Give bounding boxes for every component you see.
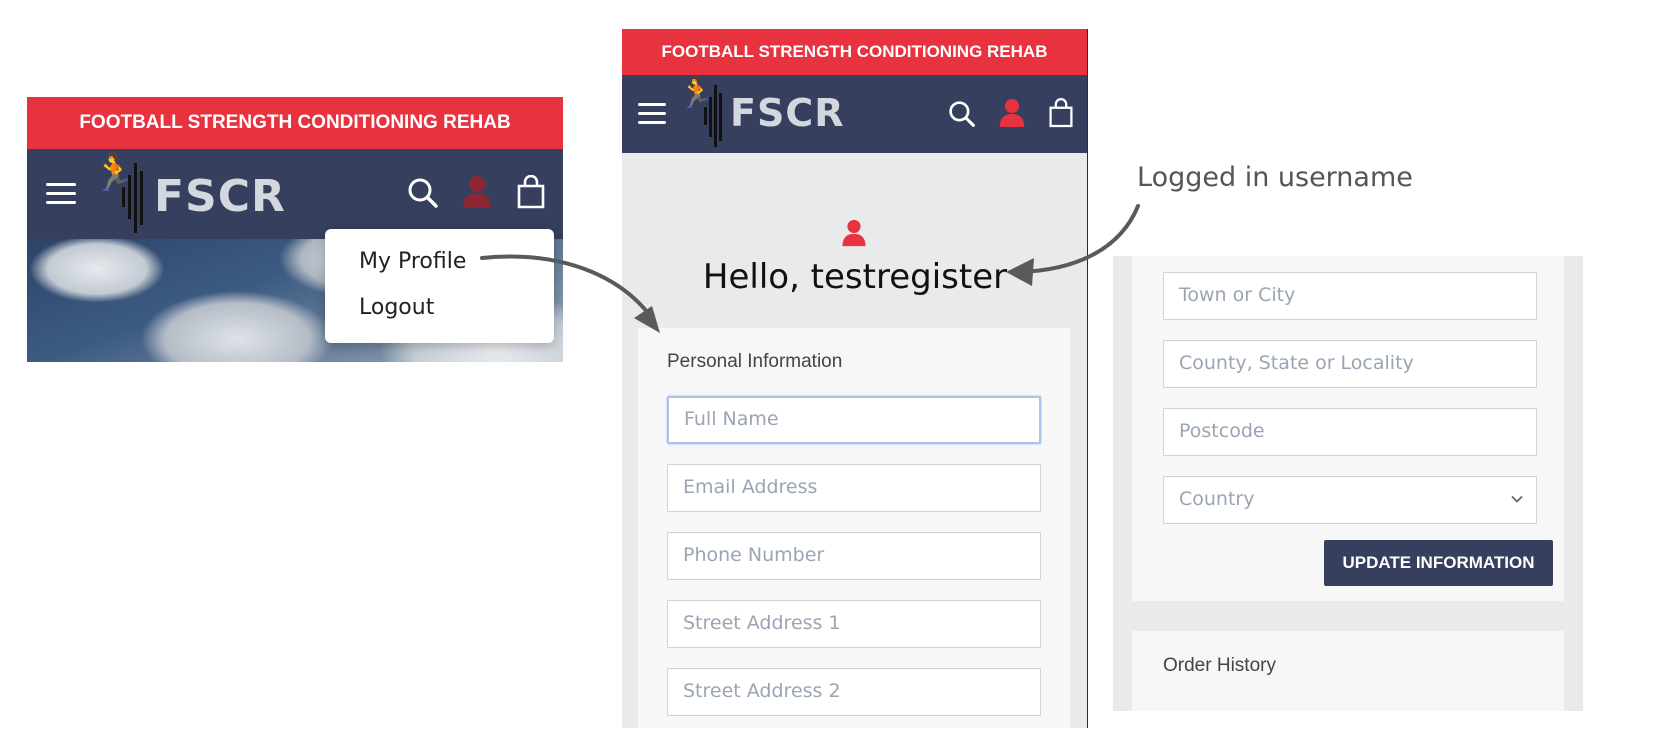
arrow-to-username bbox=[1018, 204, 1140, 274]
arrow-head-username bbox=[1006, 258, 1034, 286]
arrow-to-profile bbox=[480, 254, 654, 320]
arrow-head-profile bbox=[634, 306, 660, 333]
annotation-arrows bbox=[480, 204, 1140, 333]
